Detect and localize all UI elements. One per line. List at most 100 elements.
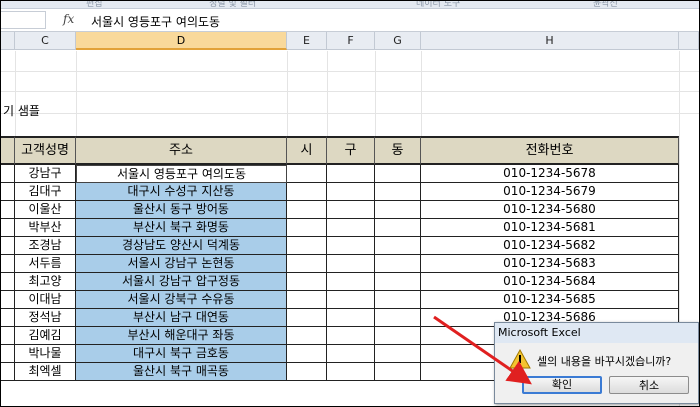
ribbon-group-data-tools[interactable]: 데이터 도구 <box>416 1 460 8</box>
column-header-I[interactable] <box>679 32 699 50</box>
gu-cell[interactable] <box>327 255 375 273</box>
dong-cell[interactable] <box>375 255 421 273</box>
phone-cell[interactable]: 010-1234-5678 <box>421 165 679 183</box>
formula-input[interactable]: 서울시 영등포구 여의도동 <box>91 13 220 30</box>
gu-cell[interactable] <box>327 345 375 363</box>
customer-name-cell[interactable]: 서두름 <box>15 255 76 273</box>
si-cell[interactable] <box>287 201 327 219</box>
header-phone: 전화번호 <box>421 136 679 165</box>
dong-cell[interactable] <box>375 345 421 363</box>
customer-name-cell[interactable]: 강남구 <box>15 165 76 183</box>
row-gutter-cell[interactable] <box>1 237 15 255</box>
row-gutter-cell[interactable] <box>1 219 15 237</box>
si-cell[interactable] <box>287 309 327 327</box>
column-header-F[interactable]: F <box>327 32 375 50</box>
customer-name-cell[interactable]: 박나물 <box>15 345 76 363</box>
column-header-D[interactable]: D <box>76 32 287 50</box>
dong-cell[interactable] <box>375 183 421 201</box>
ribbon-group-labels: 편집 정렬 및 필터 데이터 도구 윤곽선 <box>1 1 699 9</box>
address-cell[interactable]: 서울시 강북구 수유동 <box>76 291 287 309</box>
si-cell[interactable] <box>287 219 327 237</box>
row-gutter-cell[interactable] <box>1 183 15 201</box>
gu-cell[interactable] <box>327 291 375 309</box>
cancel-button[interactable]: 취소 <box>609 376 689 394</box>
customer-name-cell[interactable]: 김예김 <box>15 327 76 345</box>
row-gutter-cell[interactable] <box>1 165 15 183</box>
row-gutter-cell[interactable] <box>1 309 15 327</box>
si-cell[interactable] <box>287 273 327 291</box>
customer-name-cell[interactable]: 최고양 <box>15 273 76 291</box>
si-cell[interactable] <box>287 165 327 183</box>
row-gutter-cell[interactable] <box>1 291 15 309</box>
name-box[interactable] <box>1 11 46 29</box>
column-header-E[interactable]: E <box>287 32 327 50</box>
dialog-message: 셀의 내용을 바꾸시겠습니까? <box>537 355 672 368</box>
address-cell[interactable]: 서울시 강남구 논현동 <box>76 255 287 273</box>
phone-cell[interactable]: 010-1234-5685 <box>421 291 679 309</box>
address-cell[interactable]: 대구시 북구 금호동 <box>76 345 287 363</box>
address-cell[interactable]: 경상남도 양산시 덕계동 <box>76 237 287 255</box>
dong-cell[interactable] <box>375 237 421 255</box>
gu-cell[interactable] <box>327 201 375 219</box>
address-cell[interactable]: 서울시 영등포구 여의도동 <box>76 165 287 183</box>
column-header-G[interactable]: G <box>375 32 421 50</box>
row-gutter-cell[interactable] <box>1 363 15 381</box>
customer-name-cell[interactable]: 박부산 <box>15 219 76 237</box>
customer-name-cell[interactable]: 최엑셀 <box>15 363 76 381</box>
customer-name-cell[interactable]: 이대남 <box>15 291 76 309</box>
row-gutter-cell[interactable] <box>1 273 15 291</box>
phone-cell[interactable]: 010-1234-5682 <box>421 237 679 255</box>
customer-name-cell[interactable]: 조경남 <box>15 237 76 255</box>
dong-cell[interactable] <box>375 165 421 183</box>
row-gutter-cell[interactable] <box>1 327 15 345</box>
dong-cell[interactable] <box>375 273 421 291</box>
address-cell[interactable]: 울산시 북구 매곡동 <box>76 363 287 381</box>
gu-cell[interactable] <box>327 327 375 345</box>
row-gutter-cell[interactable] <box>1 255 15 273</box>
dong-cell[interactable] <box>375 219 421 237</box>
column-header-B[interactable] <box>1 32 15 50</box>
ribbon-group-sort-filter[interactable]: 정렬 및 필터 <box>209 1 256 8</box>
gu-cell[interactable] <box>327 237 375 255</box>
gu-cell[interactable] <box>327 165 375 183</box>
dong-cell[interactable] <box>375 201 421 219</box>
si-cell[interactable] <box>287 255 327 273</box>
column-header-H[interactable]: H <box>421 32 679 50</box>
si-cell[interactable] <box>287 327 327 345</box>
column-header-C[interactable]: C <box>15 32 76 50</box>
address-cell[interactable]: 부산시 해운대구 좌동 <box>76 327 287 345</box>
phone-cell[interactable]: 010-1234-5684 <box>421 273 679 291</box>
address-cell[interactable]: 서울시 강남구 압구정동 <box>76 273 287 291</box>
address-cell[interactable]: 부산시 북구 화명동 <box>76 219 287 237</box>
gu-cell[interactable] <box>327 273 375 291</box>
si-cell[interactable] <box>287 183 327 201</box>
customer-name-cell[interactable]: 정석남 <box>15 309 76 327</box>
address-cell[interactable]: 대구시 수성구 지산동 <box>76 183 287 201</box>
function-icon[interactable]: fx <box>63 12 74 26</box>
si-cell[interactable] <box>287 345 327 363</box>
address-cell[interactable]: 부산시 남구 대연동 <box>76 309 287 327</box>
customer-name-cell[interactable]: 김대구 <box>15 183 76 201</box>
gu-cell[interactable] <box>327 219 375 237</box>
dong-cell[interactable] <box>375 327 421 345</box>
gu-cell[interactable] <box>327 183 375 201</box>
ok-button[interactable]: 확인 <box>522 376 602 394</box>
phone-cell[interactable]: 010-1234-5680 <box>421 201 679 219</box>
si-cell[interactable] <box>287 291 327 309</box>
dong-cell[interactable] <box>375 309 421 327</box>
ribbon-group-edit[interactable]: 편집 <box>86 1 103 8</box>
phone-cell[interactable]: 010-1234-5683 <box>421 255 679 273</box>
phone-cell[interactable]: 010-1234-5681 <box>421 219 679 237</box>
gu-cell[interactable] <box>327 309 375 327</box>
customer-name-cell[interactable]: 이울산 <box>15 201 76 219</box>
phone-cell[interactable]: 010-1234-5679 <box>421 183 679 201</box>
row-gutter-cell[interactable] <box>1 201 15 219</box>
gu-cell[interactable] <box>327 363 375 381</box>
row-gutter-cell[interactable] <box>1 345 15 363</box>
address-cell[interactable]: 울산시 동구 방어동 <box>76 201 287 219</box>
si-cell[interactable] <box>287 237 327 255</box>
dong-cell[interactable] <box>375 291 421 309</box>
dong-cell[interactable] <box>375 363 421 381</box>
ribbon-group-outline[interactable]: 윤곽선 <box>593 1 618 8</box>
si-cell[interactable] <box>287 363 327 381</box>
